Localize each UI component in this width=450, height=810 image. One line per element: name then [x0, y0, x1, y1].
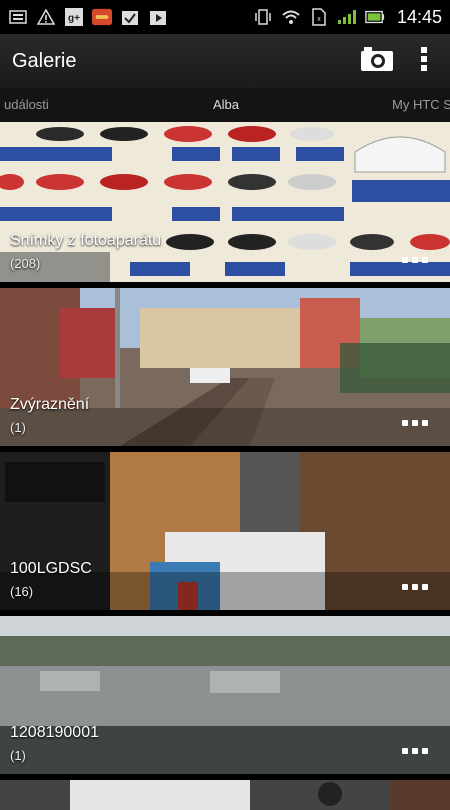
svg-text:g+: g+ — [68, 13, 80, 24]
battery-icon — [365, 7, 385, 27]
dot-icon — [422, 748, 428, 754]
album-count: (16) — [10, 584, 34, 599]
dot-icon — [412, 584, 418, 590]
app-bar: Galerie — [0, 34, 450, 88]
album-count: (1) — [10, 748, 26, 763]
album-thumbnail — [0, 288, 450, 446]
album-item[interactable]: 100LGDSC (16) — [0, 452, 450, 610]
dot-icon — [422, 420, 428, 426]
camera-button[interactable] — [360, 46, 394, 77]
album-count: (208) — [10, 256, 41, 271]
album-name: Zvýraznění — [10, 396, 90, 413]
album-item[interactable]: 1208190001 (1) — [0, 616, 450, 774]
overflow-menu-button[interactable] — [420, 46, 428, 77]
dot-icon — [422, 257, 428, 263]
car-catalog-image — [0, 122, 450, 282]
warning-icon — [36, 7, 56, 27]
dot-icon — [402, 257, 408, 263]
app-title: Galerie — [12, 49, 77, 72]
album-name: Snímky z fotoaparátu — [10, 232, 162, 249]
dot-icon — [412, 257, 418, 263]
camera-icon — [361, 46, 393, 71]
vibrate-icon — [253, 7, 273, 27]
tab-albums[interactable]: Alba — [213, 97, 239, 112]
more-vertical-icon — [421, 46, 427, 71]
notification-icon — [8, 7, 28, 27]
tab-events[interactable]: události — [4, 97, 49, 112]
task-icon — [120, 7, 140, 27]
dot-icon — [402, 584, 408, 590]
app-actions — [360, 46, 450, 77]
album-menu-button[interactable] — [402, 255, 430, 265]
status-time: 14:45 — [396, 6, 442, 27]
album-count: (1) — [10, 420, 26, 435]
app-icon — [92, 7, 112, 27]
album-name: 1208190001 — [10, 724, 99, 741]
wifi-icon — [281, 7, 301, 27]
album-menu-button[interactable] — [402, 582, 430, 592]
tab-bar: události Alba My HTC Sı — [0, 88, 450, 123]
dot-icon — [412, 420, 418, 426]
street-photo-image — [0, 288, 450, 446]
lake-photo-image — [0, 616, 450, 774]
dot-icon — [412, 748, 418, 754]
album-item-partial[interactable] — [0, 780, 450, 810]
album-name: 100LGDSC — [10, 560, 92, 577]
album-menu-button[interactable] — [402, 746, 430, 756]
album-thumbnail — [0, 122, 450, 282]
svg-text:x: x — [317, 16, 321, 23]
sim-icon: x — [309, 7, 329, 27]
partial-thumbnail — [0, 780, 450, 810]
status-right: x 14:45 — [245, 7, 450, 28]
dot-icon — [422, 584, 428, 590]
tab-my-htc-sense[interactable]: My HTC Sı — [392, 97, 450, 112]
google-plus-icon: g+ — [64, 7, 84, 27]
play-store-icon — [148, 7, 168, 27]
status-bar: g+ x 14:45 — [0, 0, 450, 34]
dot-icon — [402, 748, 408, 754]
album-menu-button[interactable] — [402, 418, 430, 428]
status-left: g+ — [0, 7, 176, 27]
album-item[interactable]: Snímky z fotoaparátu (208) — [0, 122, 450, 282]
album-thumbnail — [0, 452, 450, 610]
room-photo-image — [0, 452, 450, 610]
album-item[interactable]: Zvýraznění (1) — [0, 288, 450, 446]
album-thumbnail — [0, 616, 450, 774]
dot-icon — [402, 420, 408, 426]
signal-icon — [337, 7, 357, 27]
